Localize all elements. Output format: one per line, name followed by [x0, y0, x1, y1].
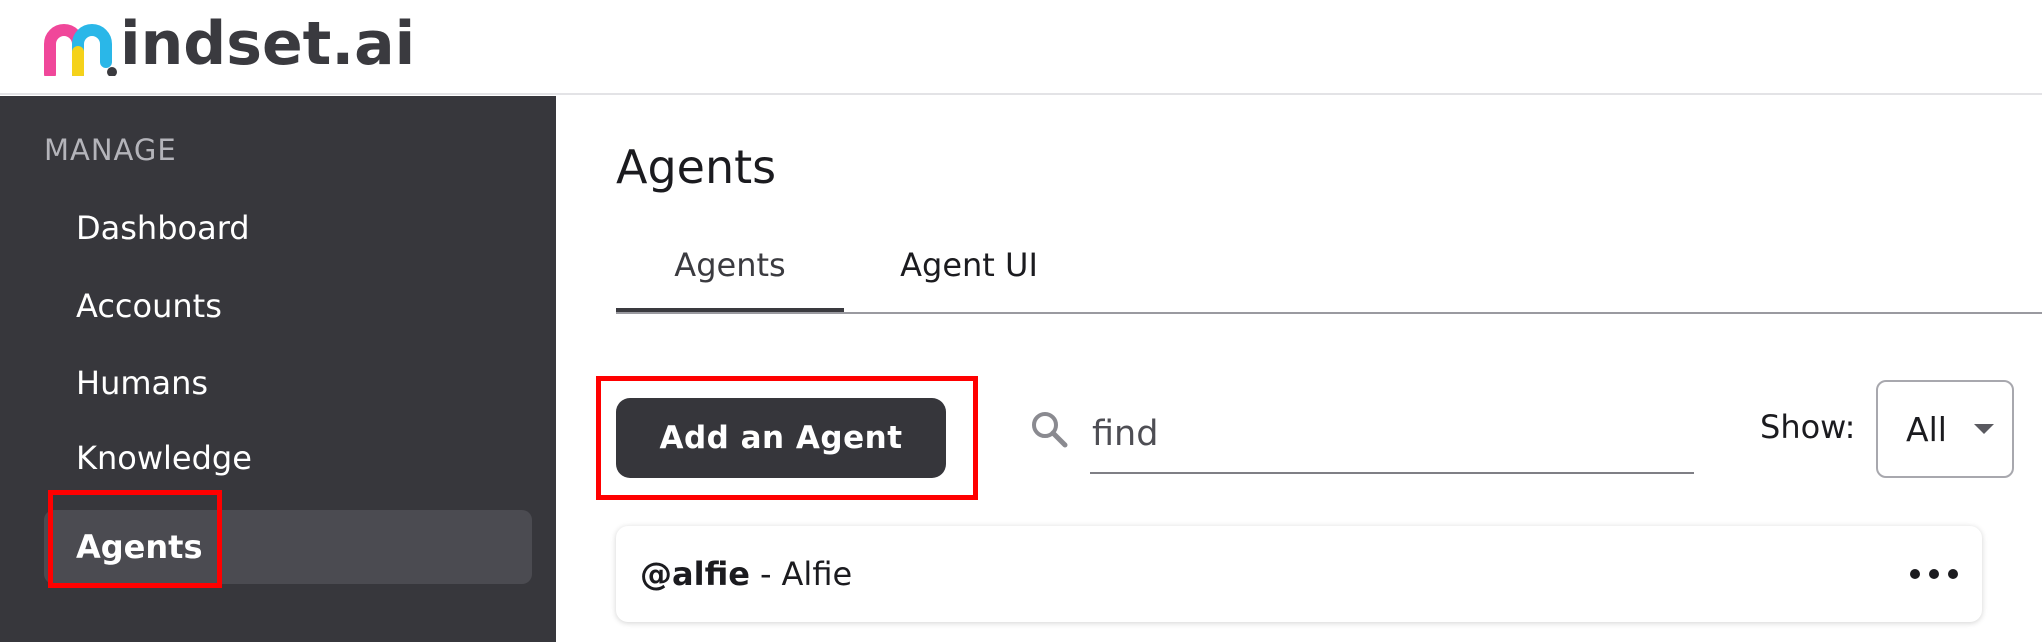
- page-title: Agents: [616, 140, 777, 194]
- sidebar-item-label: Dashboard: [76, 209, 250, 247]
- add-agent-button[interactable]: Add an Agent: [616, 398, 946, 478]
- tabs-divider: [616, 312, 2042, 314]
- sidebar-item-label: Accounts: [76, 287, 222, 325]
- agent-separator: -: [759, 555, 772, 593]
- sidebar-item-humans[interactable]: Humans: [44, 346, 532, 420]
- show-filter-select[interactable]: All: [1876, 380, 2014, 478]
- sidebar-item-accounts[interactable]: Accounts: [44, 269, 532, 343]
- tab-agent-ui[interactable]: Agent UI: [844, 220, 1094, 310]
- tab-label: Agent UI: [900, 246, 1038, 284]
- logo-text: indset.ai: [120, 9, 416, 79]
- sidebar-item-knowledge[interactable]: Knowledge: [44, 421, 532, 495]
- sidebar-item-dashboard[interactable]: Dashboard: [44, 191, 532, 265]
- agent-row[interactable]: @alfie - Alfie: [616, 526, 1982, 622]
- show-filter-value: All: [1906, 409, 1947, 449]
- sidebar-item-label: Knowledge: [76, 439, 252, 477]
- sidebar: MANAGE Dashboard Accounts Humans Knowled…: [0, 96, 556, 642]
- mindset-logo[interactable]: indset.ai: [42, 6, 415, 76]
- show-filter-label: Show:: [1760, 408, 1856, 446]
- main-content: Agents Agents Agent UI Add an Agent Show…: [556, 96, 2042, 642]
- sidebar-item-agents[interactable]: Agents: [44, 510, 532, 584]
- sidebar-item-label: Humans: [76, 364, 209, 402]
- sidebar-section-manage: MANAGE: [44, 133, 177, 167]
- top-bar: indset.ai: [0, 0, 2042, 95]
- m-gradient-icon: [44, 24, 117, 76]
- agent-handle: @alfie: [640, 555, 750, 593]
- tab-bar: Agents Agent UI: [616, 220, 2042, 312]
- sidebar-item-label: Agents: [76, 528, 203, 566]
- tab-agents[interactable]: Agents: [616, 220, 844, 310]
- search-icon: [1032, 412, 1068, 448]
- agent-name: Alfie: [781, 555, 853, 593]
- search-input[interactable]: [1090, 396, 1694, 474]
- more-horizontal-icon[interactable]: [1910, 554, 1958, 594]
- chevron-down-icon: [1974, 424, 1994, 434]
- tab-label: Agents: [674, 246, 786, 284]
